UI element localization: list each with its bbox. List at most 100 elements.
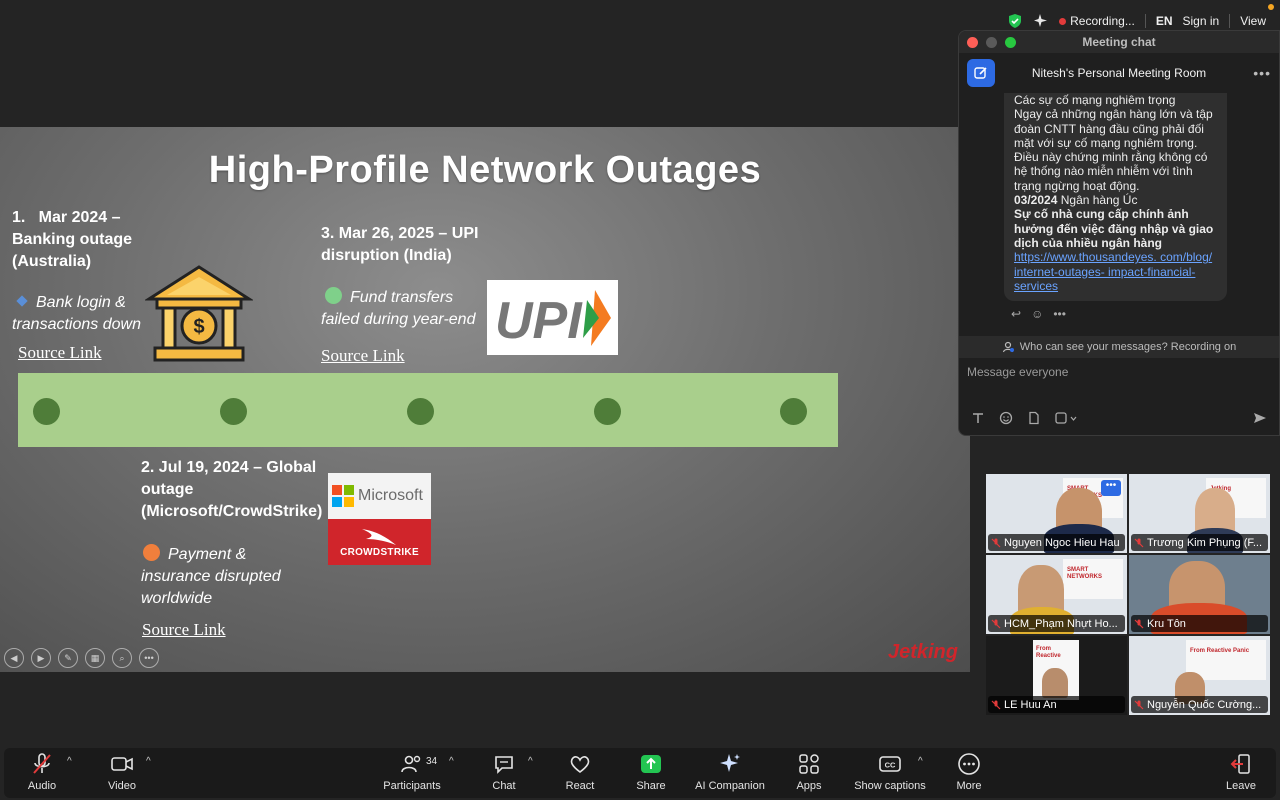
video-label: Video	[108, 780, 136, 792]
event-2-source-link[interactable]: Source Link	[142, 620, 226, 640]
event-2-description: Payment & insurance disrupted worldwide	[141, 544, 281, 610]
timeline-dot	[33, 398, 60, 425]
slides-grid-button[interactable]: ▦	[85, 648, 105, 668]
chat-bubble-icon	[495, 756, 513, 774]
participants-options-caret[interactable]: ^	[449, 756, 454, 767]
event-1-source-link[interactable]: Source Link	[18, 343, 102, 363]
participant-name-text: LE Huu An	[1004, 698, 1057, 711]
zoom-meeting-window: Recording... EN Sign in View High-Profil…	[0, 0, 1280, 800]
slide-controls: ◀ ▶ ✎ ▦ ⌕ •••	[4, 648, 159, 668]
more-button[interactable]: More	[954, 748, 984, 798]
apps-button[interactable]: Apps	[792, 748, 826, 798]
microsoft-crowdstrike-logo: Microsoft CROWDSTRIKE	[328, 473, 431, 565]
apps-icon	[799, 754, 819, 774]
file-icon[interactable]	[1027, 411, 1041, 425]
audio-button[interactable]: Audio	[24, 748, 60, 798]
text-format-icon[interactable]	[971, 411, 985, 425]
more-icon	[958, 753, 980, 775]
audio-options-caret[interactable]: ^	[67, 756, 72, 767]
who-can-see-bar[interactable]: Who can see your messages? Recording on	[959, 336, 1279, 358]
captions-options-caret[interactable]: ^	[918, 756, 923, 767]
participant-name-text: Nguyen Ngoc Hieu Hau	[1004, 536, 1120, 549]
message-more-icon[interactable]: •••	[1053, 307, 1066, 321]
language-button[interactable]: EN	[1156, 14, 1173, 28]
mic-off-icon	[991, 700, 1001, 710]
participant-tile[interactable]: From Reactive Panic Nguyễn Quốc Cường...	[1129, 636, 1270, 715]
chat-window-title: Meeting chat	[1082, 35, 1156, 49]
bank-icon: $	[145, 265, 253, 362]
emoji-icon[interactable]	[999, 411, 1013, 425]
apps-label: Apps	[796, 780, 822, 792]
diamond-bullet-icon	[16, 295, 28, 307]
zoom-button[interactable]: ⌕	[112, 648, 132, 668]
participant-name-text: Nguyễn Quốc Cường...	[1147, 698, 1262, 711]
event-2-desc-text-2: insurance disrupted	[141, 568, 281, 585]
participant-name: Nguyễn Quốc Cường...	[1131, 696, 1268, 713]
react-label: React	[565, 780, 595, 792]
ai-sparkle-icon[interactable]	[1033, 13, 1049, 29]
message-date: 03/2024	[1014, 193, 1058, 208]
participant-tile[interactable]: SMART NETWORKS ••• Nguyen Ngoc Hieu Hau	[986, 474, 1127, 553]
pen-tool-button[interactable]: ✎	[58, 648, 78, 668]
shield-icon[interactable]	[1007, 13, 1023, 29]
chat-button[interactable]: Chat	[488, 748, 520, 798]
participant-video	[1042, 668, 1068, 698]
event-3-desc-text-2: failed during year-end	[321, 311, 476, 328]
event-3-source-link[interactable]: Source Link	[321, 346, 405, 366]
leave-button[interactable]: Leave	[1224, 748, 1258, 798]
share-button[interactable]: Share	[634, 748, 668, 798]
message-link[interactable]: https://www.thousandeyes. com/blog/ inte…	[1014, 250, 1212, 293]
message-line: Ngay cả những ngân hàng lớn và tập đoàn …	[1014, 107, 1213, 193]
upi-logo: UPI	[487, 280, 618, 355]
tile-options-button[interactable]: •••	[1101, 480, 1121, 496]
message-input[interactable]: Message everyone	[967, 365, 1068, 379]
view-button[interactable]: View	[1240, 14, 1266, 28]
show-captions-label: Show captions	[854, 780, 926, 792]
mic-off-icon	[1134, 619, 1144, 629]
video-options-caret[interactable]: ^	[146, 756, 151, 767]
jetking-logo: Jetking	[887, 641, 958, 663]
participant-video-grid: SMART NETWORKS ••• Nguyen Ngoc Hieu Hau …	[986, 474, 1272, 715]
participant-tile[interactable]: From Reactive LE Huu An	[986, 636, 1127, 715]
participant-tile[interactable]: SMART NETWORKS HCM_Phạm Nhựt Ho...	[986, 555, 1127, 634]
next-slide-button[interactable]: ▶	[31, 648, 51, 668]
send-icon[interactable]	[1253, 411, 1267, 425]
meeting-chat-panel: Meeting chat Nitesh's Personal Meeting R…	[958, 30, 1280, 436]
timeline-dot	[594, 398, 621, 425]
timeline-dot	[780, 398, 807, 425]
meeting-toolbar: Audio ^ Video ^ Participants 34 ^ Chat ^…	[4, 748, 1276, 798]
upi-logo-text: UPI	[495, 292, 583, 350]
more-options-button[interactable]: •••	[139, 648, 159, 668]
add-reaction-icon[interactable]: ☺	[1031, 307, 1043, 321]
person-icon	[1002, 341, 1014, 353]
chat-label: Chat	[492, 780, 516, 792]
crowdstrike-logo: CROWDSTRIKE	[328, 519, 431, 565]
participant-name: Kru Tôn	[1131, 615, 1268, 632]
participant-tile[interactable]: Jetking Trương Kim Phụng (F...	[1129, 474, 1270, 553]
recording-indicator[interactable]: Recording...	[1059, 14, 1135, 28]
previous-slide-button[interactable]: ◀	[4, 648, 24, 668]
sign-in-button[interactable]: Sign in	[1183, 14, 1220, 28]
event-2-title: 2. Jul 19, 2024 – Global outage (Microso…	[141, 459, 323, 520]
message-bold-line: Sự cố nhà cung cấp chính ảnh hưởng đến v…	[1014, 207, 1214, 250]
chat-more-options-button[interactable]: •••	[1253, 65, 1271, 81]
event-3-description: Fund transfers failed during year-end	[321, 287, 475, 331]
divider	[1144, 14, 1146, 28]
top-status-bar: Recording... EN Sign in View	[1007, 10, 1266, 32]
video-button[interactable]: Video	[104, 748, 140, 798]
mic-off-icon	[1134, 538, 1144, 548]
shared-screen-slide: High-Profile Network Outages 1. Mar 2024…	[0, 127, 970, 672]
screenshot-icon[interactable]	[1055, 411, 1077, 425]
virtual-background: SMART NETWORKS	[1063, 559, 1123, 599]
recording-label: Recording...	[1070, 14, 1135, 28]
react-button[interactable]: React	[563, 748, 597, 798]
mic-off-icon	[991, 538, 1001, 548]
chat-options-caret[interactable]: ^	[528, 756, 533, 767]
event-3-desc-text: Fund transfers	[350, 289, 454, 306]
participant-tile[interactable]: Kru Tôn	[1129, 555, 1270, 634]
ai-companion-button[interactable]: AI Companion	[692, 748, 768, 798]
reply-icon[interactable]: ↩	[1011, 307, 1021, 321]
participants-icon	[401, 755, 421, 773]
who-can-see-text: Who can see your messages? Recording on	[1019, 341, 1237, 353]
audio-label: Audio	[27, 780, 57, 792]
